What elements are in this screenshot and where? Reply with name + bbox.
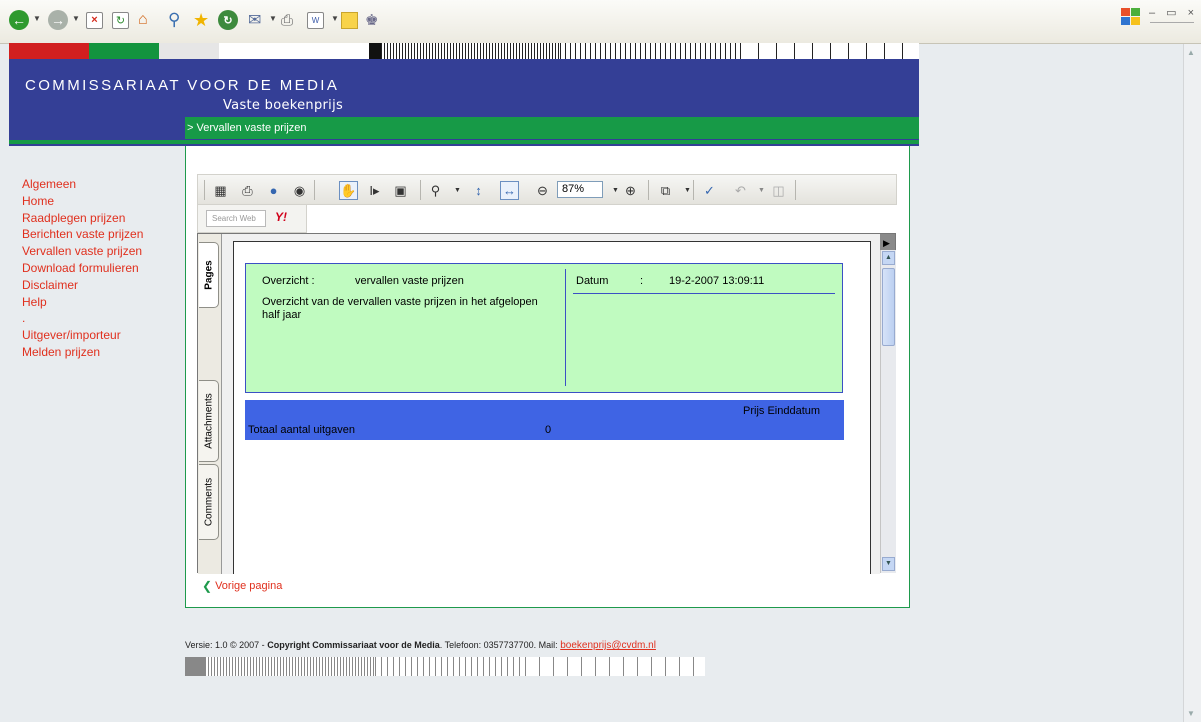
tab-pages-label: Pages	[203, 260, 214, 290]
footer-copyright: Copyright Commissariaat voor de Media	[267, 640, 440, 650]
tab-comments[interactable]: Comments	[199, 464, 219, 540]
zoom-in-icon[interactable]: ⊕	[621, 181, 640, 200]
sidebar-item-disclaimer[interactable]: Disclaimer	[22, 277, 182, 294]
back-link[interactable]: ❮ Vorige pagina	[202, 579, 282, 593]
save-icon[interactable]: ▦	[211, 181, 230, 200]
edit-dropdown-icon[interactable]: ▼	[331, 14, 339, 23]
datum-value: 19-2-2007 13:09:11	[669, 275, 765, 287]
back-link-label: Vorige pagina	[215, 580, 283, 592]
sidebar-item-algemeen[interactable]: Algemeen	[22, 176, 182, 193]
sidebar-item-help[interactable]: Help	[22, 294, 182, 311]
back-dropdown-icon[interactable]: ▼	[33, 14, 41, 23]
datum-underline	[573, 293, 835, 294]
window-divider	[1150, 22, 1194, 23]
search-icon[interactable]: ⚲	[168, 9, 180, 31]
footer: Versie: 1.0 © 2007 - Copyright Commissar…	[185, 640, 656, 651]
zoom-level-input[interactable]: 87%	[557, 181, 603, 198]
search-toolbar: Search Web Y!	[197, 205, 307, 233]
copy-icon[interactable]: ◫	[769, 181, 788, 200]
hand-tool-icon[interactable]: ✋	[339, 181, 358, 200]
browser-toolbar: ← ▼ → ▼ × ↻ ⌂ ⚲ ★ ↻ ✉ ▼ ⎙ W ▼ ♚ – ▭ ×	[0, 0, 1201, 44]
datum-colon: :	[640, 275, 644, 287]
back-icon[interactable]: ←	[9, 9, 29, 31]
scroll-down-icon[interactable]: ▼	[1187, 709, 1195, 718]
print-icon[interactable]: ⎙	[238, 181, 257, 200]
fit-page-icon[interactable]: ↕	[469, 181, 488, 200]
header-green-rule	[9, 140, 919, 144]
favorites-star-icon[interactable]: ★	[193, 9, 209, 31]
sidebar-item-uitgever-importeur[interactable]: Uitgever/importeur	[22, 327, 182, 344]
pdf-scrollbar[interactable]: ▲ ▼	[880, 250, 896, 573]
window-controls[interactable]: – ▭ ×	[1149, 6, 1198, 19]
breadcrumb: > Vervallen vaste prijzen	[185, 117, 919, 139]
overzicht-label: Overzicht :	[262, 275, 315, 287]
yahoo-icon[interactable]: Y!	[275, 210, 287, 224]
print-icon[interactable]: ⎙	[281, 9, 293, 31]
footer-phone: . Telefoon: 0357737700. Mail:	[439, 640, 558, 650]
zoom-out-icon[interactable]: ⊖	[533, 181, 552, 200]
tab-attachments-label: Attachments	[203, 393, 214, 449]
sidebar-item-melden-prijzen[interactable]: Melden prijzen	[22, 344, 182, 361]
mail-dropdown-icon[interactable]: ▼	[269, 14, 277, 23]
back-arrow-icon: ❮	[202, 579, 213, 593]
header-barcode-strip	[9, 43, 919, 59]
org-subtitle: Vaste boekenprijs	[223, 98, 344, 113]
sidebar-item-download-formulieren[interactable]: Download formulieren	[22, 260, 182, 277]
org-title: COMMISSARIAAT VOOR DE MEDIA	[25, 77, 340, 94]
note-icon[interactable]	[341, 9, 358, 31]
fit-width-icon[interactable]: ↔	[500, 181, 519, 200]
email-icon[interactable]: ●	[264, 181, 283, 200]
windows-logo-icon	[1121, 8, 1143, 28]
scroll-up-icon[interactable]: ▲	[1187, 48, 1195, 57]
rotate-dropdown-icon[interactable]: ▼	[678, 181, 697, 200]
sidebar-item-berichten-vaste-prijzen[interactable]: Berichten vaste prijzen	[22, 226, 182, 243]
footer-barcode-strip	[185, 657, 705, 676]
zoom-dropdown-icon[interactable]: ▼	[448, 181, 467, 200]
home-icon[interactable]: ⌂	[138, 9, 148, 31]
footer-mail-link[interactable]: boekenprijs@cvdm.nl	[560, 640, 656, 651]
forward-dropdown-icon[interactable]: ▼	[72, 14, 80, 23]
sidebar-item-home[interactable]: Home	[22, 193, 182, 210]
word-edit-icon[interactable]: W	[307, 9, 324, 31]
column-header-prijs-einddatum: Prijs Einddatum	[743, 405, 821, 417]
overzicht-value: vervallen vaste prijzen	[355, 275, 464, 287]
sidebar-item-vervallen-vaste-prijzen[interactable]: Vervallen vaste prijzen	[22, 243, 182, 260]
sidebar-item-raadplegen-prijzen[interactable]: Raadplegen prijzen	[22, 210, 182, 227]
forward-icon[interactable]: →	[48, 9, 68, 31]
pdf-scroll-thumb[interactable]	[882, 268, 895, 346]
navigation-panel: Pages Attachments Comments	[198, 234, 222, 574]
datum-label: Datum	[576, 275, 609, 287]
site-header: COMMISSARIAAT VOOR DE MEDIA Vaste boeken…	[9, 43, 919, 146]
report-description: Overzicht van de vervallen vaste prijzen…	[262, 296, 538, 321]
expand-arrow-icon[interactable]: ▶	[883, 238, 890, 249]
rotate-icon[interactable]: ⧉	[656, 181, 675, 200]
total-label: Totaal aantal uitgaven	[248, 424, 356, 436]
tab-comments-label: Comments	[203, 477, 214, 527]
sidebar-nav: Algemeen Home Raadplegen prijzen Bericht…	[22, 176, 182, 361]
page-scrollbar[interactable]: ▲ ▼	[1183, 44, 1201, 722]
sidebar-separator: .	[22, 311, 26, 326]
footer-version: Versie: 1.0 © 2007 -	[185, 640, 265, 650]
pdf-scroll-down-icon[interactable]: ▼	[882, 557, 895, 571]
history-icon[interactable]: ↻	[218, 9, 238, 31]
select-text-icon[interactable]: I▸	[365, 181, 384, 200]
total-value: 0	[545, 424, 552, 436]
refresh-icon[interactable]: ↻	[112, 9, 129, 31]
spellcheck-icon[interactable]: ✓	[700, 181, 719, 200]
zoom-in-tool-icon[interactable]: ⚲	[426, 181, 445, 200]
pdf-scroll-up-icon[interactable]: ▲	[882, 251, 895, 265]
tab-pages[interactable]: Pages	[199, 242, 219, 308]
report-header-divider	[565, 269, 566, 386]
search-web-input[interactable]: Search Web	[206, 210, 266, 227]
tab-attachments[interactable]: Attachments	[199, 380, 219, 462]
pdf-reader-toolbar: ▦ ⎙ ● ◉ ✋ I▸ ▣ ⚲ ▼ ↕ ↔ ⊖ ▼ ⊕ ⧉ ▼ ✓ ↶ ▼ ◫	[197, 174, 897, 205]
find-icon[interactable]: ◉	[290, 181, 309, 200]
stop-icon[interactable]: ×	[86, 9, 103, 31]
messenger-icon[interactable]: ♚	[365, 9, 378, 31]
undo-icon[interactable]: ↶	[731, 181, 750, 200]
snapshot-icon[interactable]: ▣	[391, 181, 410, 200]
mail-icon[interactable]: ✉	[248, 9, 261, 31]
